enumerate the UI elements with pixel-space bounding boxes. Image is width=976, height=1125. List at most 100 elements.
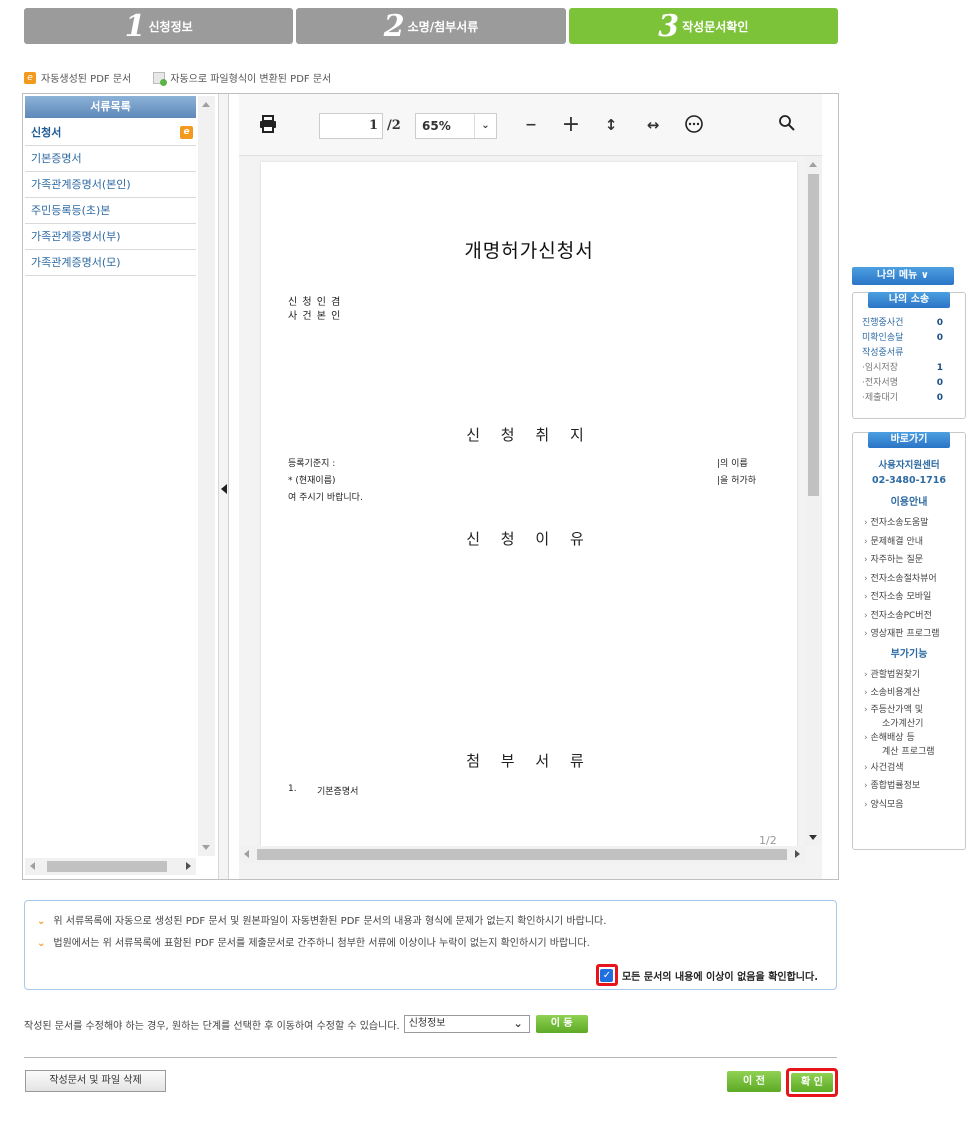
document-review-frame: 서류목록 신청서 e 기본증명서 가족관계증명서(본인) 주민등록등(초)본 가… [22, 93, 839, 880]
zoom-select[interactable]: 65% ⌄ [415, 113, 497, 139]
prev-button[interactable]: 이 전 [727, 1071, 781, 1092]
stat-value: 1 [936, 363, 943, 373]
step-progress: 1 신청정보 2 소명/첨부서류 3 작성문서확인 [24, 8, 838, 44]
my-menu-button[interactable]: 나의 메뉴 ∨ [852, 267, 954, 285]
extra-link[interactable]: 소송비용계산 [864, 684, 965, 703]
notice-line: ⌄ 법원에서는 위 서류목록에 표함된 PDF 문서를 제출문서로 간주하니 첨… [37, 933, 824, 955]
stat-row[interactable]: ·임시저장 1 [853, 361, 965, 376]
stat-value: 0 [936, 378, 943, 388]
extra-link[interactable]: 주등산가액 및 [864, 703, 965, 717]
stat-label: 미확인송달 [862, 333, 904, 343]
scroll-down-icon[interactable] [809, 835, 817, 840]
doc-meta-line: 사 건 본 인 [288, 311, 342, 322]
search-icon[interactable] [776, 114, 798, 136]
doc-text: |을 허가하 [717, 476, 757, 486]
auto-pdf-icon: e [180, 126, 193, 139]
stat-label: ·제출대기 [862, 393, 898, 403]
check-icon: ✓ [600, 968, 614, 982]
legend-converted: 자동으로 파일형식이 변환된 PDF 문서 [153, 70, 332, 86]
zoom-in-icon[interactable]: + [561, 114, 581, 136]
guide-link[interactable]: 전자소송PC버전 [864, 607, 965, 626]
support-center-link[interactable]: 사용자지원센터 [853, 458, 965, 473]
extra-link[interactable]: 손해배상 등 [864, 731, 965, 745]
chevron-icon: ⌄ [37, 916, 46, 927]
fit-width-icon[interactable]: ↔ [643, 114, 663, 136]
extra-link[interactable]: 사건검색 [864, 759, 965, 778]
extra-link[interactable]: 종합법률정보 [864, 777, 965, 796]
stat-row[interactable]: 진행중사건 0 [853, 316, 965, 331]
extra-link[interactable]: 양식모음 [864, 796, 965, 815]
guide-link[interactable]: 문제해결 안내 [864, 533, 965, 552]
doc-text: 여 주시기 바랍니다. [288, 493, 363, 503]
guide-link[interactable]: 전자소송도움말 [864, 514, 965, 533]
doc-applicant-meta: 신 청 인 겸 사 건 본 인 [288, 296, 341, 324]
print-icon[interactable] [257, 114, 279, 136]
my-case-box: 나의 소송 진행중사건 0 미확인송달 0 작성중서류 ·임시저장 1 ·전자서… [852, 292, 966, 419]
pdf-hscroll[interactable] [239, 846, 805, 863]
document-item-family-mother[interactable]: 가족관계증명서(모) [25, 250, 196, 276]
document-item-label: 가족관계증명서(모) [31, 256, 121, 269]
guide-link[interactable]: 자주하는 질문 [864, 551, 965, 570]
scroll-up-icon[interactable] [202, 102, 210, 107]
scroll-left-icon[interactable] [244, 850, 249, 858]
step-3: 3 작성문서확인 [568, 8, 838, 44]
document-list-vscroll[interactable] [198, 96, 215, 856]
stat-row[interactable]: ·제출대기 0 [853, 391, 965, 406]
writing-header: 작성중서류 [853, 346, 965, 361]
document-item-application[interactable]: 신청서 e [25, 120, 196, 146]
modify-text: 작성된 문서를 수정해야 하는 경우, 원하는 단계를 선택한 후 이동하여 수… [24, 1020, 400, 1032]
document-item-family-self[interactable]: 가족관계증명서(본인) [25, 172, 196, 198]
guide-link[interactable]: 전자소송절차뷰어 [864, 570, 965, 589]
confirm-checkbox[interactable]: ✓ [595, 964, 618, 986]
scroll-thumb[interactable] [257, 849, 787, 860]
guide-link[interactable]: 전자소송 모바일 [864, 588, 965, 607]
stat-row[interactable]: 미확인송달 0 [853, 331, 965, 346]
doc-text: 등록기준지 : [288, 459, 336, 469]
guide-link[interactable]: 영상재판 프로그램 [864, 625, 965, 644]
step-select[interactable]: 신청정보 ⌄ [403, 1015, 530, 1033]
pdf-page: 개명허가신청서 신 청 인 겸 사 건 본 인 신 청 취 지 등록기준지 : … [261, 162, 797, 846]
collapse-arrow-icon[interactable] [221, 484, 227, 494]
shortcut-header: 바로가기 [868, 432, 950, 448]
scroll-thumb[interactable] [808, 174, 819, 496]
panel-splitter[interactable] [219, 94, 229, 879]
legend-auto-label: 자동생성된 PDF 문서 [41, 74, 132, 85]
writing-header-label: 작성중서류 [862, 348, 904, 358]
extra-link[interactable]: 관할법원찾기 [864, 666, 965, 685]
fit-height-icon[interactable]: ↕ [603, 114, 619, 136]
step-2-label: 소명/첨부서류 [407, 19, 479, 34]
page-number-input[interactable]: 1 [319, 113, 383, 139]
document-item-family-father[interactable]: 가족관계증명서(부) [25, 224, 196, 250]
step-1-number: 1 [124, 8, 146, 44]
stat-row[interactable]: ·전자서명 0 [853, 376, 965, 391]
document-list-hscroll[interactable] [25, 858, 196, 875]
doc-title: 개명허가신청서 [464, 240, 594, 262]
modify-row: 작성된 문서를 수정해야 하는 경우, 원하는 단계를 선택한 후 이동하여 수… [24, 1015, 588, 1033]
scroll-right-icon[interactable] [186, 862, 191, 870]
legend-converted-label: 자동으로 파일형식이 변환된 PDF 문서 [170, 74, 332, 85]
scroll-down-icon[interactable] [202, 845, 210, 850]
extra-link-cont[interactable]: 소가계산기 [864, 717, 965, 731]
auto-pdf-icon: e [24, 71, 36, 84]
step-2-number: 2 [383, 8, 405, 44]
confirm-button[interactable]: 확 인 [791, 1073, 833, 1092]
notice-line: ⌄ 위 서류목록에 자동으로 생성된 PDF 문서 및 원본파일이 자동변환된 … [37, 911, 824, 933]
guide-header: 이용안내 [890, 497, 928, 508]
scroll-up-icon[interactable] [809, 162, 817, 167]
delete-documents-button[interactable]: 작성문서 및 파일 삭제 [25, 1070, 166, 1092]
pdf-toolbar: 1 /2 65% ⌄ – + ↕ ↔ [239, 94, 822, 156]
confirm-button-highlight: 확 인 [786, 1068, 838, 1097]
more-options-icon[interactable] [683, 114, 705, 136]
pdf-vscroll[interactable] [805, 156, 822, 846]
move-button[interactable]: 이 동 [535, 1015, 588, 1033]
doc-meta-line: 신 청 인 겸 [288, 297, 342, 308]
scroll-thumb[interactable] [47, 861, 167, 872]
document-item-resident-reg[interactable]: 주민등록등(초)본 [25, 198, 196, 224]
stat-label: ·임시저장 [862, 363, 898, 373]
extra-link-cont[interactable]: 계산 프로그램 [864, 745, 965, 759]
document-item-basic-cert[interactable]: 기본증명서 [25, 146, 196, 172]
scroll-left-icon[interactable] [30, 862, 35, 870]
confirm-label[interactable]: 모든 문서의 내용에 이상이 없음을 확인합니다. [622, 968, 818, 983]
zoom-out-icon[interactable]: – [521, 114, 541, 136]
scroll-right-icon[interactable] [795, 850, 800, 858]
